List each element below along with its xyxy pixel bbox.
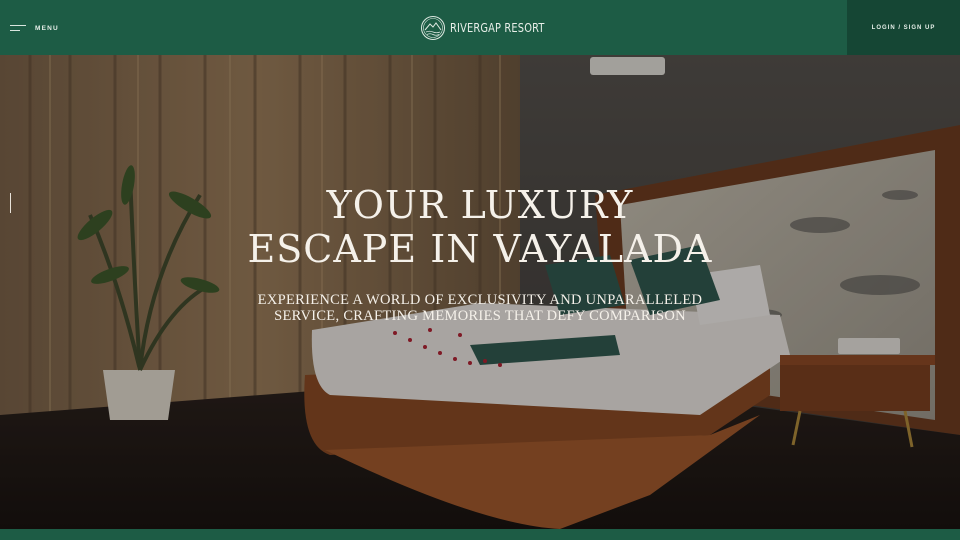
- resort-logo-icon: [421, 16, 445, 40]
- hero-subtitle-line2: SERVICE, CRAFTING MEMORIES THAT DEFY COM…: [274, 308, 686, 324]
- hero-title-line1: YOUR LUXURY: [326, 183, 634, 227]
- hero-subtitle-line1: EXPERIENCE A WORLD OF EXCLUSIVITY AND UN…: [257, 292, 703, 308]
- logo-text: RIVERGAP RESORT: [450, 21, 545, 35]
- hero-section: YOUR LUXURY ESCAPE IN VAYALADA EXPERIENC…: [0, 55, 960, 529]
- resort-logo[interactable]: RIVERGAP RESORT: [420, 14, 565, 42]
- site-header: MENU RIVERGAP RESORT LOGIN / SIGN UP: [0, 0, 960, 55]
- bottom-strip: [0, 529, 960, 540]
- login-signup-button[interactable]: LOGIN / SIGN UP: [847, 0, 960, 55]
- slide-indicator[interactable]: [10, 193, 11, 213]
- hero-title-line2: ESCAPE IN VAYALADA: [247, 227, 713, 271]
- menu-button[interactable]: MENU: [10, 18, 59, 38]
- hero-subtitle: EXPERIENCE A WORLD OF EXCLUSIVITY AND UN…: [230, 292, 730, 324]
- menu-label: MENU: [35, 24, 59, 32]
- login-signup-label: LOGIN / SIGN UP: [871, 24, 936, 31]
- hamburger-icon: [10, 24, 26, 32]
- hero-title: YOUR LUXURY ESCAPE IN VAYALADA: [180, 183, 780, 271]
